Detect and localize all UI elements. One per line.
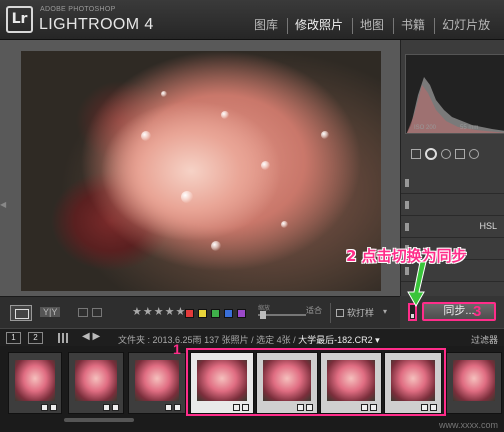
water-drop	[321, 131, 329, 139]
annotation-arrow-icon	[407, 261, 427, 308]
tool-strip	[405, 144, 504, 164]
section-handle-icon	[405, 201, 409, 209]
color-labels	[185, 309, 246, 318]
histogram: ISO 200 55 mm	[405, 54, 504, 134]
water-drop	[211, 241, 221, 251]
step-3-marker: 3	[473, 303, 482, 320]
toolbar: Y|Y ★★★★★ 缩放 适合 软打样 ▾	[0, 296, 400, 328]
toolbar-menu-chevron-icon[interactable]: ▾	[383, 307, 387, 316]
secondary-window-button[interactable]: 2	[28, 332, 43, 344]
thumbnail-badges	[165, 404, 181, 411]
image-work-area: ◀	[0, 40, 400, 296]
module-slideshow[interactable]: 幻灯片放	[442, 18, 499, 34]
focal-readout: 55 mm	[460, 125, 479, 131]
thumbnail-badges	[41, 404, 57, 411]
panel-section[interactable]	[401, 194, 504, 216]
main-photo[interactable]	[21, 51, 381, 291]
thumbnail-image	[75, 360, 117, 401]
module-map[interactable]: 地图	[360, 18, 395, 34]
flag-buttons	[78, 308, 106, 318]
module-book[interactable]: 书籍	[401, 18, 436, 34]
red-eye-tool-icon[interactable]	[441, 149, 451, 159]
flag-reject-icon[interactable]	[92, 308, 102, 317]
filmstrip-nav-arrows[interactable]: ◀ ▶	[82, 331, 100, 342]
soft-proofing-toggle[interactable]: 软打样	[336, 306, 374, 319]
water-drop	[221, 111, 229, 119]
divider	[330, 303, 331, 323]
before-after-button[interactable]: Y|Y	[40, 307, 61, 317]
soft-proofing-checkbox[interactable]	[336, 308, 344, 317]
thumbnail-badges	[103, 404, 119, 411]
filmstrip-thumbnail[interactable]	[8, 352, 62, 414]
filmstrip-header: 1 2 ◀ ▶ 文件夹 : 2013.6.25雨 137 张照片 / 选定 4张…	[0, 328, 504, 346]
filmstrip-thumbnail[interactable]	[128, 352, 186, 414]
color-label-blue[interactable]	[224, 309, 233, 318]
section-handle-icon	[405, 223, 409, 231]
badge-icon	[174, 404, 181, 411]
flag-pick-icon[interactable]	[78, 308, 88, 317]
section-label: HSL	[479, 221, 497, 231]
badge-icon	[41, 404, 48, 411]
badge-icon	[50, 404, 57, 411]
color-label-yellow[interactable]	[198, 309, 207, 318]
primary-window-button[interactable]: 1	[6, 332, 21, 344]
thumbnail-image	[135, 360, 179, 401]
water-drop	[181, 191, 193, 203]
badge-icon	[103, 404, 110, 411]
identity-plate: Lr ADOBE PHOTOSHOP LIGHTROOM 4 图库 修改照片 地…	[0, 0, 504, 40]
brand-title: LIGHTROOM 4	[39, 16, 154, 33]
current-file-name[interactable]: 大学最后-182.CR2 ▾	[298, 335, 380, 345]
adjustment-brush-icon[interactable]	[469, 149, 479, 159]
water-drop	[161, 91, 167, 97]
graduated-filter-icon[interactable]	[455, 149, 465, 159]
module-develop[interactable]: 修改照片	[295, 18, 354, 34]
module-picker: 图库 修改照片 地图 书籍 幻灯片放	[254, 18, 504, 34]
source-info: 文件夹 : 2013.6.25雨 137 张照片 / 选定 4张 / 大学最后-…	[118, 333, 380, 346]
badge-icon	[165, 404, 172, 411]
brand-subtitle: ADOBE PHOTOSHOP	[40, 6, 116, 13]
fit-label: 适合	[306, 306, 322, 315]
filmstrip-thumbnail[interactable]	[446, 352, 502, 414]
section-handle-icon	[405, 179, 409, 187]
color-label-green[interactable]	[211, 309, 220, 318]
zoom-slider[interactable]	[258, 311, 306, 319]
panel-section-hsl[interactable]: HSL	[401, 216, 504, 238]
lightroom-logo: Lr	[6, 6, 33, 33]
spot-removal-tool-icon[interactable]	[425, 148, 437, 160]
badge-icon	[112, 404, 119, 411]
thumbnail-image	[453, 360, 495, 401]
folder-path[interactable]: 文件夹 : 2013.6.25雨	[118, 335, 202, 345]
filmstrip-scrollbar[interactable]	[64, 418, 134, 422]
panel-section[interactable]	[401, 172, 504, 194]
selection-highlight	[186, 348, 446, 416]
water-drop	[281, 221, 288, 228]
color-label-purple[interactable]	[237, 309, 246, 318]
soft-proofing-label: 软打样	[347, 308, 375, 318]
histogram-graph	[406, 77, 504, 133]
photo-count: 137 张照片 / 选定 4张 /	[204, 335, 296, 345]
module-library[interactable]: 图库	[254, 18, 289, 34]
loupe-view-button[interactable]	[10, 305, 32, 321]
water-drop	[141, 131, 151, 141]
filmstrip-thumbnail[interactable]	[68, 352, 124, 414]
step-1-marker: 1	[173, 341, 181, 357]
crop-tool-icon[interactable]	[411, 149, 421, 159]
left-panel-toggle-icon[interactable]: ◀	[0, 200, 6, 218]
filter-label[interactable]: 过滤器	[471, 333, 498, 346]
watermark: www.xxxx.com	[438, 420, 498, 430]
histogram-info: ISO 200 55 mm	[414, 125, 478, 131]
thumbnail-image	[15, 360, 55, 401]
water-drop	[261, 161, 270, 170]
star-rating[interactable]: ★★★★★	[132, 305, 186, 318]
grid-view-icon[interactable]	[58, 333, 68, 343]
iso-readout: ISO 200	[414, 125, 437, 131]
color-label-red[interactable]	[185, 309, 194, 318]
